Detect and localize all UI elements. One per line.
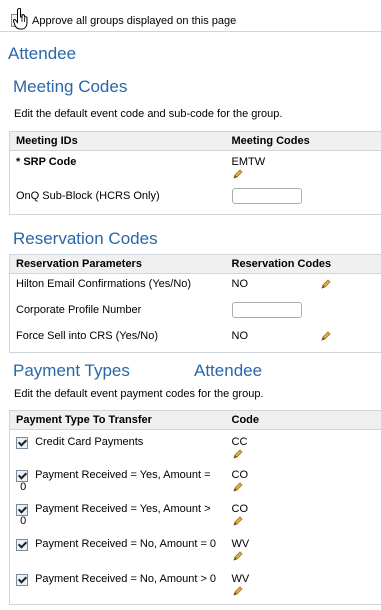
payment-types-heading: Payment Types [13, 361, 130, 380]
payment-no-amount-positive-checkbox[interactable] [16, 574, 28, 586]
payment-code-cell: CC [226, 430, 381, 467]
hilton-email-value: NO [231, 278, 249, 290]
payment-code-cell: WV [226, 533, 381, 568]
column-header: Code [225, 410, 381, 430]
credit-card-checkbox[interactable] [16, 437, 28, 449]
payment-type-line2: 0 [20, 515, 27, 527]
table-header-row: Payment Type To Transfer Code [9, 410, 381, 430]
table-row: Force Sell into CRS (Yes/No) NO [10, 326, 381, 353]
pencil-icon[interactable] [232, 168, 244, 180]
payment-type-label: Credit Card Payments [35, 436, 144, 448]
table-row: Credit Card Payments CC [10, 430, 381, 467]
pencil-icon[interactable] [232, 585, 244, 597]
onq-subblock-cell [226, 185, 381, 215]
force-sell-cell: NO [226, 326, 381, 353]
force-sell-value: NO [231, 330, 249, 342]
approve-all-bar: Approve all groups displayed on this pag… [0, 6, 381, 32]
payment-code-value: WV [231, 573, 250, 585]
payment-type-label: Payment Received = Yes, Amount = 0 [20, 469, 215, 493]
payment-yes-amount-zero-checkbox[interactable] [16, 470, 28, 482]
table-row: Payment Received = Yes, Amount = 0 CO [10, 466, 381, 501]
payment-types-table: Payment Type To Transfer Code Credit Car… [9, 410, 381, 605]
payment-code-value: WV [231, 538, 250, 550]
meeting-codes-table: Meeting IDs Meeting Codes * SRP Code EMT… [9, 131, 381, 215]
pencil-icon[interactable] [232, 515, 244, 527]
table-row: * SRP Code EMTW [10, 151, 381, 186]
reservation-codes-table: Reservation Parameters Reservation Codes… [9, 254, 381, 353]
pencil-icon[interactable] [320, 330, 332, 342]
payment-type-line1: Payment Received = Yes, Amount = [35, 469, 211, 481]
payment-code-cell: CO [226, 466, 381, 501]
corporate-profile-input[interactable] [231, 302, 302, 318]
srp-code-cell: EMTW [226, 151, 381, 186]
payment-code-cell: WV [226, 568, 381, 605]
meeting-codes-description: Edit the default event code and sub-code… [14, 108, 283, 120]
column-header: Payment Type To Transfer [9, 410, 226, 430]
column-header: Meeting IDs [9, 131, 226, 151]
meeting-codes-heading: Meeting Codes [13, 77, 128, 96]
pencil-icon[interactable] [232, 448, 244, 460]
onq-subblock-label: OnQ Sub-Block (HCRS Only) [16, 190, 160, 202]
table-row: Payment Received = No, Amount > 0 WV [10, 568, 381, 605]
payment-code-cell: CO [226, 501, 381, 533]
payment-code-value: CC [231, 436, 248, 448]
table-row: Corporate Profile Number [10, 300, 381, 326]
payment-type-label: Payment Received = No, Amount > 0 [35, 573, 217, 585]
srp-code-value: EMTW [231, 156, 266, 168]
reservation-codes-heading: Reservation Codes [13, 229, 158, 248]
table-row: Payment Received = Yes, Amount > 0 CO [10, 501, 381, 533]
force-sell-label: Force Sell into CRS (Yes/No) [16, 330, 159, 342]
srp-code-label: * SRP Code [16, 156, 77, 168]
table-row: OnQ Sub-Block (HCRS Only) [10, 185, 381, 215]
column-header: Meeting Codes [225, 131, 381, 151]
payment-type-cell: Payment Received = Yes, Amount > 0 [10, 501, 226, 533]
corporate-profile-label: Corporate Profile Number [16, 304, 142, 316]
column-header: Reservation Codes [225, 254, 381, 274]
hilton-email-label: Hilton Email Confirmations (Yes/No) [16, 278, 192, 290]
pencil-icon[interactable] [232, 550, 244, 562]
hilton-email-cell: NO [226, 274, 381, 301]
payment-type-cell: Payment Received = No, Amount = 0 [10, 533, 226, 568]
payment-type-cell: Payment Received = Yes, Amount = 0 [10, 466, 226, 501]
table-header-row: Reservation Parameters Reservation Codes [9, 254, 381, 274]
payment-code-value: CO [231, 503, 249, 515]
pencil-icon[interactable] [232, 481, 244, 493]
table-header-row: Meeting IDs Meeting Codes [9, 131, 381, 151]
payment-type-line2: 0 [20, 481, 27, 493]
table-row: Payment Received = No, Amount = 0 WV [10, 533, 381, 568]
payment-type-cell: Payment Received = No, Amount > 0 [10, 568, 226, 605]
payment-code-value: CO [231, 469, 249, 481]
payment-types-subtitle: Attendee [194, 361, 263, 380]
payment-no-amount-zero-checkbox[interactable] [16, 539, 28, 551]
payment-type-line1: Payment Received = Yes, Amount > [35, 503, 211, 515]
payment-type-label: Payment Received = No, Amount = 0 [35, 538, 217, 550]
pencil-icon[interactable] [320, 278, 332, 290]
column-header: Reservation Parameters [9, 254, 226, 274]
corporate-profile-cell [226, 300, 381, 326]
hand-cursor-icon [13, 8, 28, 30]
attendee-heading: Attendee [8, 44, 77, 63]
onq-subblock-input[interactable] [231, 188, 302, 204]
payment-types-description: Edit the default event payment codes for… [14, 388, 264, 400]
payment-type-cell: Credit Card Payments [10, 430, 226, 467]
payment-type-label: Payment Received = Yes, Amount > 0 [20, 503, 215, 527]
payment-yes-amount-positive-checkbox[interactable] [16, 504, 28, 516]
table-row: Hilton Email Confirmations (Yes/No) NO [10, 274, 381, 301]
approve-all-label: Approve all groups displayed on this pag… [32, 15, 237, 27]
